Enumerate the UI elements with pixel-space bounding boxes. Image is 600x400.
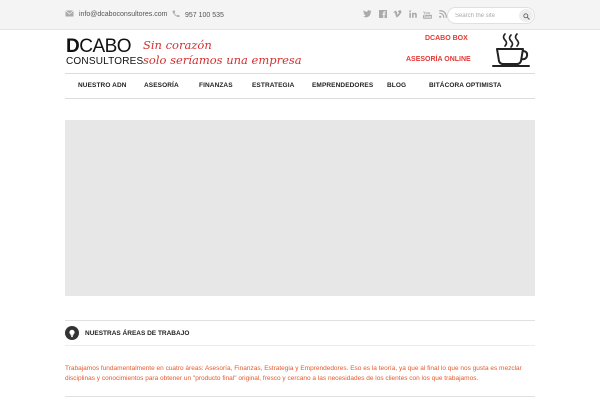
vimeo-icon[interactable] (393, 9, 402, 19)
nav-item-finanzas[interactable]: FINANZAS (199, 82, 233, 89)
slogan-line-1: Sin corazón (143, 38, 212, 52)
site-logo[interactable]: DCABO CONSULTORES (66, 36, 144, 70)
nav-item-blog[interactable]: BLOG (387, 82, 406, 89)
search-input[interactable] (455, 11, 517, 21)
coffee-cup-icon[interactable] (491, 32, 533, 70)
nav-item-emprendedores[interactable]: EMPRENDEDORES (312, 82, 373, 89)
top-bar: info@dcaboconsultores.com 957 100 535 Yo… (0, 0, 600, 30)
asesoria-online-link[interactable]: ASESORÍA ONLINE (406, 56, 471, 63)
nav-item-bitacora-optimista[interactable]: BITÁCORA OPTIMISTA (429, 82, 502, 89)
nav-item-estrategia[interactable]: ESTRATEGIA (252, 82, 294, 89)
contact-email[interactable]: info@dcaboconsultores.com (65, 10, 167, 19)
twitter-icon[interactable] (363, 9, 372, 19)
lightbulb-icon (65, 326, 79, 340)
section-text: Trabajamos fundamentalmente en cuatro ár… (65, 365, 522, 382)
bottom-divider (65, 396, 535, 397)
svg-text:Tube: Tube (424, 15, 432, 19)
search-button[interactable] (519, 9, 533, 22)
section-divider (65, 320, 535, 321)
slogan-line-2: solo seríamos una empresa (143, 53, 302, 67)
hero-slider[interactable] (65, 120, 535, 296)
nav-item-asesoria[interactable]: ASESORÍA (144, 82, 179, 89)
social-links: You Tube (363, 9, 447, 19)
linkedin-icon[interactable] (408, 9, 417, 19)
nav-item-nuestro-adn[interactable]: NUESTRO ADN (78, 82, 127, 89)
phone-text: 957 100 535 (185, 11, 224, 19)
envelope-icon (65, 10, 74, 19)
main-nav: NUESTRO ADN ASESORÍA FINANZAS ESTRATEGIA… (65, 73, 535, 99)
youtube-icon[interactable]: You Tube (423, 9, 432, 19)
rss-icon[interactable] (438, 9, 447, 19)
phone-icon (172, 10, 180, 20)
contact-phone[interactable]: 957 100 535 (172, 10, 224, 20)
dcabo-box-link[interactable]: DCABO BOX (425, 35, 468, 42)
search-icon (522, 7, 530, 25)
email-text: info@dcaboconsultores.com (79, 11, 168, 18)
logo-bottom-text: CONSULTORES (66, 56, 144, 67)
section-title: NUESTRAS ÁREAS DE TRABAJO (85, 330, 190, 337)
site-slogan: Sin corazón solo seríamos una empresa (143, 38, 302, 68)
search-box (447, 7, 535, 24)
section-divider-2 (65, 345, 535, 346)
facebook-icon[interactable] (378, 9, 387, 19)
logo-top-text: DCABO (66, 36, 132, 57)
